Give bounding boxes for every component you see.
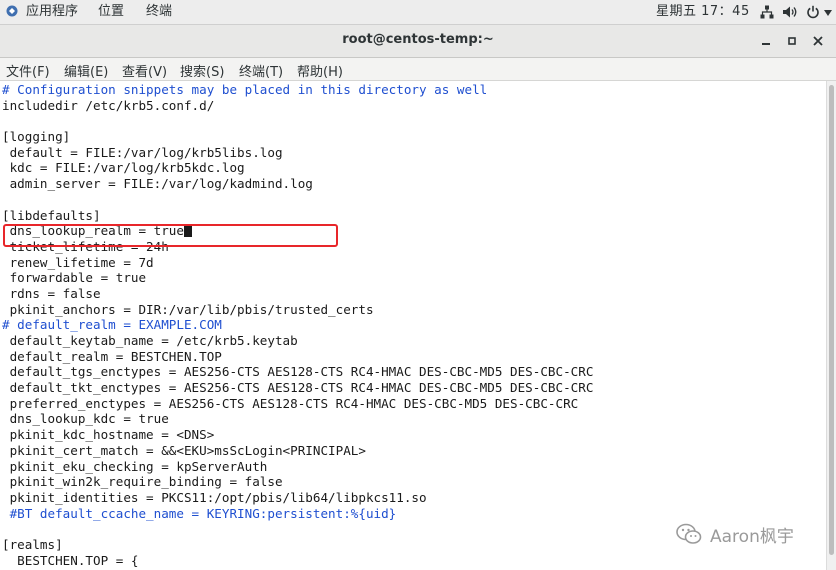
terminal-line-text: #BT default_ccache_name = KEYRING:persis… <box>2 505 397 521</box>
terminal-line-text: default_keytab_name = /etc/krb5.keytab <box>2 333 298 348</box>
power-icon[interactable] <box>806 5 820 19</box>
volume-icon[interactable] <box>782 5 798 19</box>
terminal-line-text: renew_lifetime = 7d <box>2 254 154 270</box>
terminal-line: includedir /etc/krb5.conf.d/ <box>2 98 593 114</box>
terminal-line: admin_server = FILE:/var/log/kadmind.log <box>2 176 593 192</box>
close-icon[interactable] <box>810 33 826 49</box>
terminal-line-text: pkinit_identities = PKCS11:/opt/pbis/lib… <box>2 489 427 505</box>
terminal-line: default = FILE:/var/log/krb5libs.log <box>2 145 593 161</box>
terminal-line-text: default_tkt_enctypes = AES256-CTS AES128… <box>2 380 594 396</box>
terminal-line: pkinit_kdc_hostname = <DNS> <box>2 427 593 443</box>
terminal-line-text: default_realm = BESTCHEN.TOP <box>2 348 222 364</box>
clock[interactable]: 星期五 17：45 <box>656 3 750 21</box>
terminal-line-text: kdc = FILE:/var/log/krb5kdc.log <box>2 160 245 176</box>
terminal-line-text: pkinit_kdc_hostname = <DNS> <box>2 427 215 443</box>
terminal-menu-bar: 文件(F) 编辑(E) 查看(V) 搜索(S) 终端(T) 帮助(H) <box>0 58 836 81</box>
terminal-lines: # Configuration snippets may be placed i… <box>2 82 593 568</box>
terminal-line: default_tkt_enctypes = AES256-CTS AES128… <box>2 380 594 396</box>
window-title: root@centos-temp:~ <box>342 32 494 47</box>
menu-view[interactable]: 查看(V) <box>122 61 167 80</box>
terminal-line-text: [realms] <box>2 536 63 552</box>
terminal-line-text: [libdefaults] <box>2 207 101 223</box>
terminal-line-text: pkinit_eku_checking = kpServerAuth <box>2 458 268 474</box>
terminal-line-text: forwardable = true <box>2 270 147 286</box>
terminal-line: default_realm = BESTCHEN.TOP <box>2 349 593 365</box>
highlight-annotation-box <box>3 224 338 247</box>
chevron-down-icon[interactable] <box>824 10 832 16</box>
menu-terminal[interactable]: 终端(T) <box>239 61 283 80</box>
places-menu[interactable]: 位置 <box>98 3 124 21</box>
terminal-line-text: includedir /etc/krb5.conf.d/ <box>2 97 215 113</box>
terminal-line: # Configuration snippets may be placed i… <box>2 82 593 98</box>
terminal-line: default_tgs_enctypes = AES256-CTS AES128… <box>2 364 594 380</box>
terminal-line-text: pkinit_win2k_require_binding = false <box>2 474 283 490</box>
terminal-line: dns_lookup_kdc = true <box>2 411 593 427</box>
terminal-line: preferred_enctypes = AES256-CTS AES128-C… <box>2 396 593 412</box>
terminal-line-text: rdns = false <box>2 285 101 301</box>
system-top-bar: 应用程序 位置 终端 星期五 17：45 <box>0 0 836 25</box>
terminal-line-text: pkinit_anchors = DIR:/var/lib/pbis/trust… <box>2 301 374 317</box>
minimize-icon[interactable] <box>758 33 774 49</box>
terminal-line-text: dns_lookup_kdc = true <box>2 411 169 427</box>
terminal-line: pkinit_anchors = DIR:/var/lib/pbis/trust… <box>2 302 593 318</box>
scrollbar-thumb[interactable] <box>829 85 834 555</box>
terminal-line: renew_lifetime = 7d <box>2 255 593 271</box>
terminal-line-text: pkinit_cert_match = &&<EKU>msScLogin<PRI… <box>2 442 366 458</box>
terminal-line: #BT default_ccache_name = KEYRING:persis… <box>2 506 593 522</box>
menu-file[interactable]: 文件(F) <box>6 61 50 80</box>
terminal-line-text: # default_realm = EXAMPLE.COM <box>2 317 222 333</box>
terminal-line: [libdefaults] <box>2 208 593 224</box>
terminal-line-text: default_tgs_enctypes = AES256-CTS AES128… <box>2 364 594 380</box>
terminal-line: forwardable = true <box>2 270 593 286</box>
menu-search[interactable]: 搜索(S) <box>180 61 224 80</box>
maximize-icon[interactable] <box>784 33 800 49</box>
terminal-line-text: admin_server = FILE:/var/log/kadmind.log <box>2 176 313 192</box>
terminal-line-text: BESTCHEN.TOP = { <box>2 552 139 568</box>
terminal-line: # default_realm = EXAMPLE.COM <box>2 317 593 333</box>
terminal-line-text: default = FILE:/var/log/krb5libs.log <box>2 144 283 160</box>
terminal-line: pkinit_win2k_require_binding = false <box>2 474 593 490</box>
terminal-line-text: # Configuration snippets may be placed i… <box>2 82 488 97</box>
network-icon[interactable] <box>760 5 774 19</box>
applications-menu-icon[interactable] <box>6 5 18 17</box>
terminal-line-text: preferred_enctypes = AES256-CTS AES128-C… <box>2 395 579 411</box>
terminal-line: pkinit_cert_match = &&<EKU>msScLogin<PRI… <box>2 443 593 459</box>
menu-edit[interactable]: 编辑(E) <box>64 61 108 80</box>
terminal-app-menu[interactable]: 终端 <box>146 3 172 21</box>
window-title-bar[interactable]: root@centos-temp:~ <box>0 25 836 58</box>
watermark-text: Aaron枫宇 <box>710 527 794 547</box>
terminal-line-text: [logging] <box>2 129 71 145</box>
terminal-line: BESTCHEN.TOP = { <box>2 553 593 569</box>
wechat-logo-icon <box>676 523 702 544</box>
applications-menu[interactable]: 应用程序 <box>26 3 78 21</box>
terminal-line: [realms] <box>2 537 593 553</box>
terminal-line: pkinit_eku_checking = kpServerAuth <box>2 459 593 475</box>
menu-help[interactable]: 帮助(H) <box>297 61 343 80</box>
terminal-output[interactable]: # Configuration snippets may be placed i… <box>0 81 826 570</box>
terminal-line: [logging] <box>2 129 593 145</box>
terminal-line: rdns = false <box>2 286 593 302</box>
terminal-line: default_keytab_name = /etc/krb5.keytab <box>2 333 593 349</box>
terminal-scrollbar[interactable] <box>826 81 836 570</box>
terminal-line: kdc = FILE:/var/log/krb5kdc.log <box>2 160 593 176</box>
terminal-line: pkinit_identities = PKCS11:/opt/pbis/lib… <box>2 490 593 506</box>
